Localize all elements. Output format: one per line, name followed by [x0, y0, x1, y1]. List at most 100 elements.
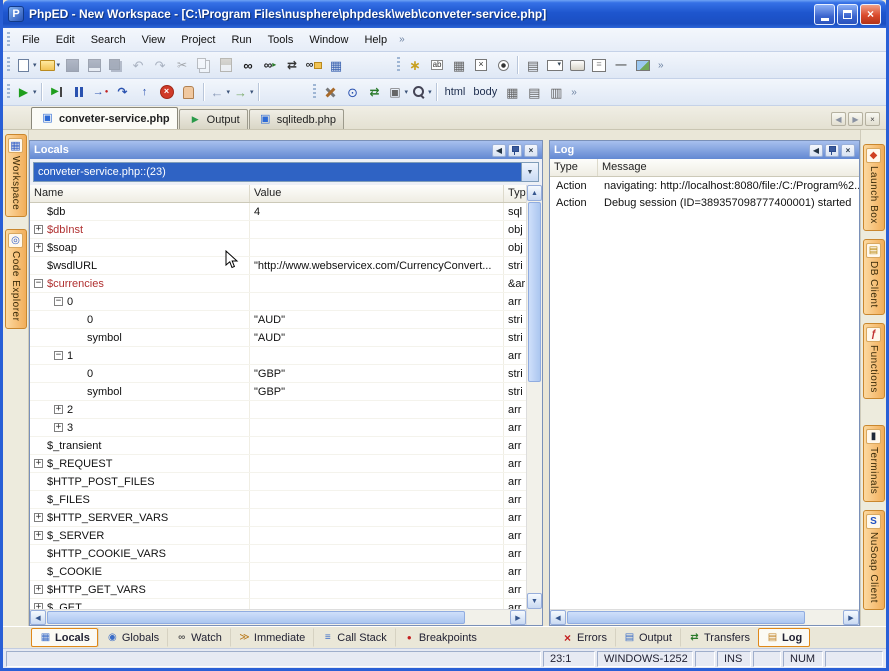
tools-button[interactable] [320, 81, 342, 103]
menu-item-search[interactable]: Search [83, 30, 134, 50]
body-tag-button[interactable]: body [469, 81, 501, 103]
minimize-button[interactable] [814, 4, 835, 25]
tree-expander-icon[interactable]: + [34, 585, 43, 594]
scrollbar-track[interactable] [527, 201, 542, 593]
close-panel-button[interactable]: × [841, 144, 855, 157]
open-file-dropdown-arrow[interactable]: ▾ [57, 61, 61, 69]
menu-item-window[interactable]: Window [301, 30, 356, 50]
code-templates-button[interactable] [325, 54, 347, 76]
scrollbar-thumb[interactable] [47, 611, 465, 624]
locals-row[interactable]: +$HTTP_SERVER_VARSarr [30, 509, 526, 527]
tree-expander-icon[interactable]: + [54, 405, 63, 414]
scroll-right-arrow-icon[interactable]: ▶ [510, 610, 526, 625]
toolbar-overflow-chevron[interactable]: » [567, 87, 581, 98]
locals-row[interactable]: +2arr [30, 401, 526, 419]
combobox-dropdown-button[interactable]: ▼ [521, 163, 538, 181]
stop-button[interactable] [156, 81, 178, 103]
locals-row[interactable]: +$soapobj [30, 239, 526, 257]
find-in-files-button[interactable] [303, 54, 325, 76]
locals-row[interactable]: +$dbInstobj [30, 221, 526, 239]
close-window-button[interactable]: × [860, 4, 881, 25]
replace-button[interactable] [281, 54, 303, 76]
back-dropdown-arrow[interactable]: ▾ [227, 88, 231, 96]
tab-scroll-right-button[interactable]: ▶ [848, 112, 863, 126]
bottom-tab-log[interactable]: Log [758, 628, 810, 647]
find-button[interactable] [237, 54, 259, 76]
bottom-tab-errors[interactable]: Errors [553, 628, 615, 647]
tree-expander-icon[interactable]: + [34, 243, 43, 252]
grid-view-button[interactable] [523, 81, 545, 103]
sidebar-tab-launch-box[interactable]: Launch Box [863, 144, 885, 231]
step-into-button[interactable] [90, 81, 112, 103]
insert-input-button[interactable] [426, 54, 448, 76]
insert-listbox-button[interactable] [522, 54, 544, 76]
bottom-tab-watch[interactable]: Watch [167, 628, 230, 647]
scrollbar-track[interactable] [46, 610, 510, 625]
locals-row[interactable]: +$HTTP_COOKIE_VARSarr [30, 545, 526, 563]
column-header-name[interactable]: Name [30, 185, 250, 202]
stack-context-combobox[interactable]: conveter-service.php::(23) ▼ [33, 162, 539, 182]
locals-row[interactable]: +0"AUD"stri [30, 311, 526, 329]
insert-radio-button[interactable] [492, 54, 514, 76]
locals-row[interactable]: +$wsdlURL"http://www.webservicex.com/Cur… [30, 257, 526, 275]
scroll-down-arrow-icon[interactable]: ▼ [527, 593, 542, 609]
locals-panel-header[interactable]: Locals ◀ × [30, 141, 542, 159]
locals-row[interactable]: +$_REQUESTarr [30, 455, 526, 473]
run-to-cursor-button[interactable] [46, 81, 68, 103]
forward-dropdown-arrow[interactable]: ▾ [250, 88, 254, 96]
bottom-tab-immediate[interactable]: Immediate [230, 628, 313, 647]
locals-row[interactable]: +0"GBP"stri [30, 365, 526, 383]
sync-button[interactable] [364, 81, 386, 103]
open-file-button[interactable]: ▾ [38, 54, 62, 76]
back-button[interactable]: ▾ [208, 81, 232, 103]
sidebar-tab-code-explorer[interactable]: Code Explorer [5, 229, 27, 328]
scroll-left-arrow-icon[interactable]: ◀ [550, 610, 566, 625]
column-header-message[interactable]: Message [598, 159, 859, 176]
document-tab-conveter-service-php[interactable]: conveter-service.php [31, 107, 178, 129]
locals-row[interactable]: +$HTTP_POST_FILESarr [30, 473, 526, 491]
tree-expander-icon[interactable]: + [34, 225, 43, 234]
collapse-panel-button[interactable]: ◀ [809, 144, 823, 157]
scrollbar-track[interactable] [566, 610, 843, 625]
column-header-value[interactable]: Value [250, 185, 504, 202]
toolbar-grip[interactable] [7, 32, 10, 48]
zoom-dropdown-arrow[interactable]: ▾ [428, 88, 432, 96]
locals-row[interactable]: +$_GETarr [30, 599, 526, 609]
toolbar-grip[interactable] [7, 57, 10, 73]
log-horizontal-scrollbar[interactable]: ◀ ▶ [550, 609, 859, 625]
table-view-button[interactable] [501, 81, 523, 103]
bottom-tab-transfers[interactable]: Transfers [680, 628, 758, 647]
locals-row[interactable]: +symbol"GBP"stri [30, 383, 526, 401]
zoom-button[interactable]: ▾ [409, 81, 433, 103]
log-row[interactable]: ActionDebug session (ID=3893570987774000… [550, 194, 859, 211]
tree-expander-icon[interactable]: + [54, 423, 63, 432]
tree-expander-icon[interactable]: + [34, 531, 43, 540]
locals-row[interactable]: −1arr [30, 347, 526, 365]
toolbar-overflow-chevron[interactable]: » [654, 60, 668, 71]
toolbar-grip[interactable] [397, 57, 400, 73]
sidebar-tab-db-client[interactable]: DB Client [863, 239, 885, 315]
preview-button[interactable] [342, 81, 364, 103]
run-button[interactable]: ▾ [14, 81, 38, 103]
tree-expander-icon[interactable]: − [54, 297, 63, 306]
log-column-headers[interactable]: Type Message [550, 159, 859, 177]
run-dropdown-arrow[interactable]: ▾ [33, 88, 37, 96]
find-next-button[interactable] [259, 54, 281, 76]
insert-table-button[interactable] [448, 54, 470, 76]
locals-row[interactable]: +$db4sql [30, 203, 526, 221]
tree-expander-icon[interactable]: + [34, 459, 43, 468]
scroll-right-arrow-icon[interactable]: ▶ [843, 610, 859, 625]
toolbar-grip[interactable] [313, 84, 316, 100]
locals-horizontal-scrollbar[interactable]: ◀ ▶ [30, 609, 526, 625]
insert-select-button[interactable] [544, 54, 566, 76]
close-document-button[interactable]: × [865, 112, 880, 126]
forward-button[interactable]: ▾ [231, 81, 255, 103]
new-file-dropdown-arrow[interactable]: ▾ [33, 61, 37, 69]
locals-row[interactable]: +$_transientarr [30, 437, 526, 455]
menu-item-edit[interactable]: Edit [48, 30, 83, 50]
sidebar-tab-nusoap-client[interactable]: NuSoap Client [863, 510, 885, 610]
log-panel-header[interactable]: Log ◀ × [550, 141, 859, 159]
bottom-tab-output[interactable]: Output [615, 628, 680, 647]
bottom-tab-locals[interactable]: Locals [31, 628, 98, 647]
close-panel-button[interactable]: × [524, 144, 538, 157]
